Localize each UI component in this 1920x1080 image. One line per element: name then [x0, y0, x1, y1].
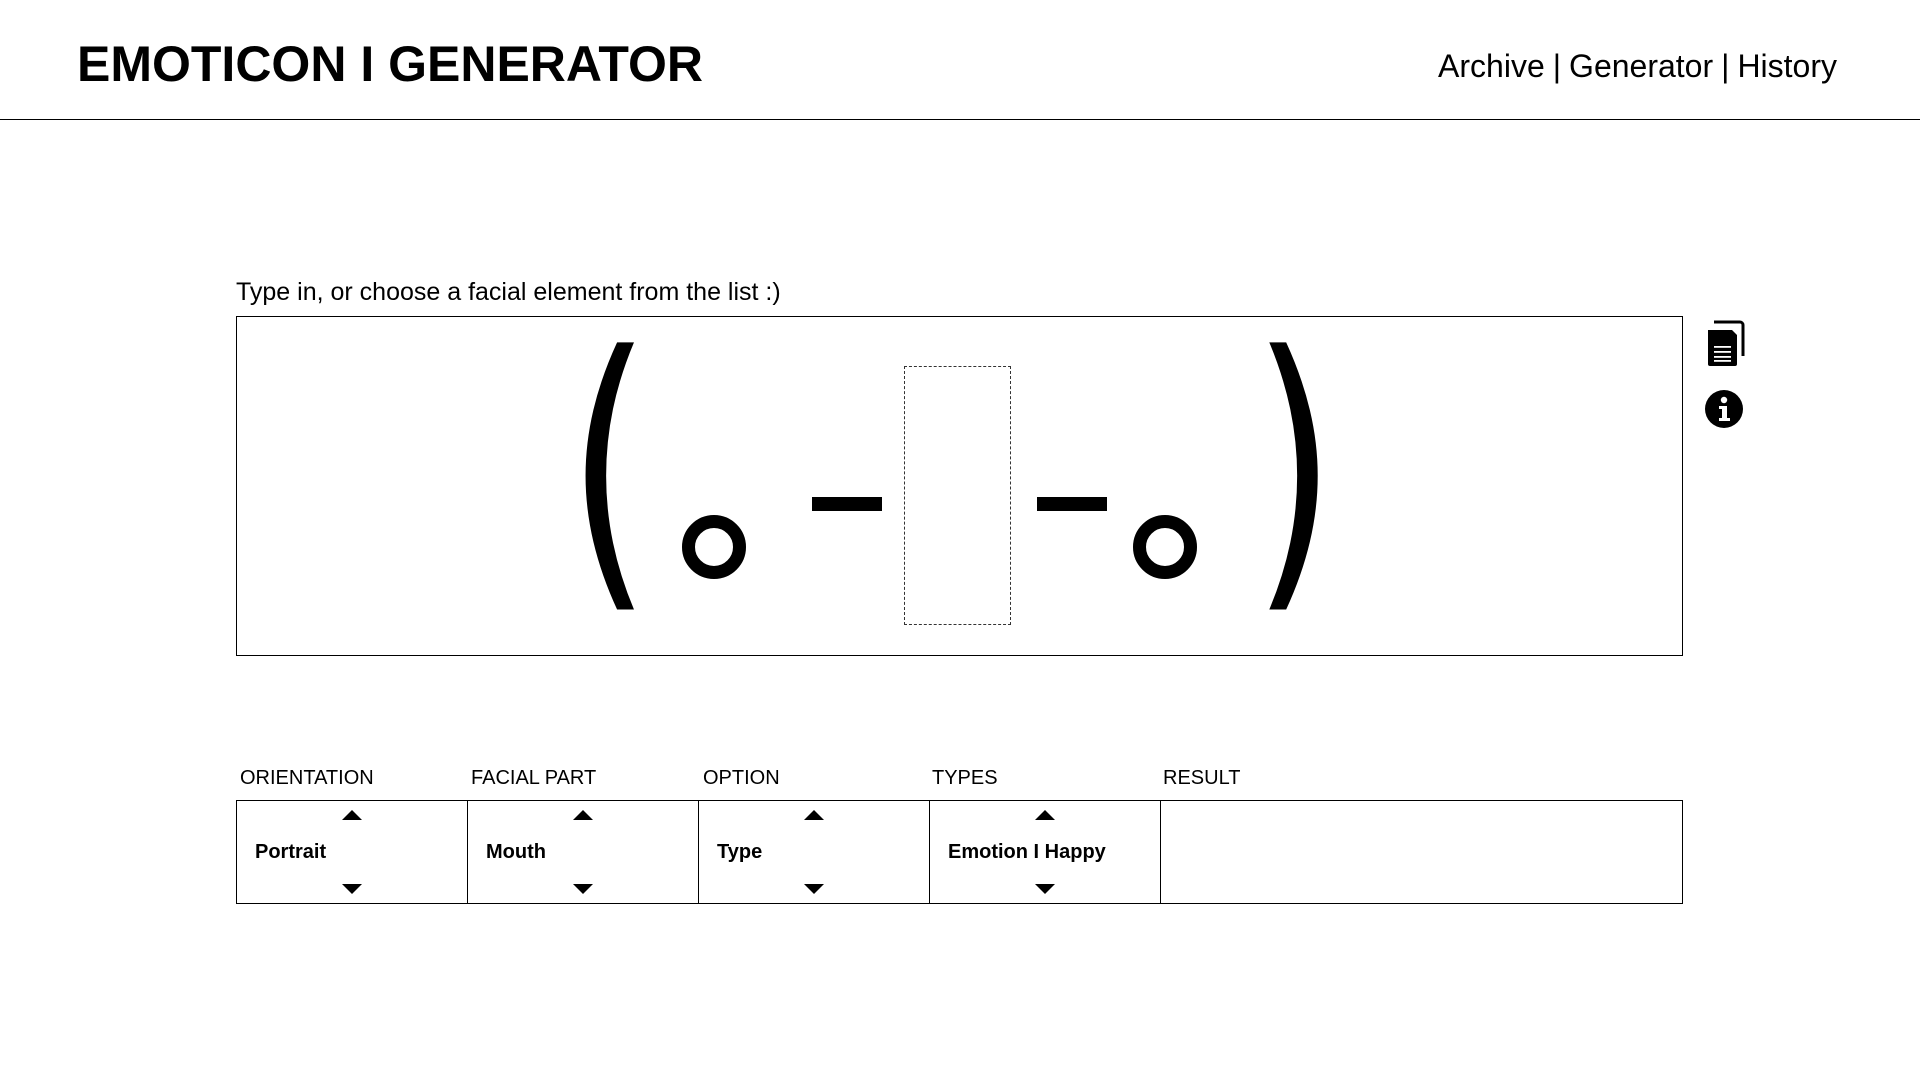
facial-part-value: Mouth [486, 841, 546, 863]
right-eye [1133, 515, 1197, 579]
option-value: Type [717, 841, 763, 863]
nav-separator: | [1721, 48, 1730, 84]
emoticon-canvas[interactable]: ( ) [236, 316, 1683, 656]
left-eye [682, 515, 746, 579]
orientation-up-arrow-icon[interactable] [342, 810, 362, 820]
result-field[interactable] [1161, 801, 1682, 903]
right-cheek-dash [1037, 497, 1107, 511]
types-selector[interactable]: Emotion I Happy [930, 801, 1161, 903]
option-label: OPTION [703, 767, 780, 789]
mouth-input-slot[interactable] [904, 366, 1011, 625]
result-label: RESULT [1163, 767, 1241, 789]
orientation-down-arrow-icon[interactable] [342, 884, 362, 894]
editor-prompt: Type in, or choose a facial element from… [236, 278, 781, 306]
types-label: TYPES [932, 767, 998, 789]
orientation-value: Portrait [255, 841, 327, 863]
facial-part-selector[interactable]: Mouth [468, 801, 699, 903]
right-paren: ) [1252, 292, 1337, 641]
facial-part-label: FACIAL PART [471, 767, 597, 789]
facial-part-up-arrow-icon[interactable] [573, 810, 593, 820]
facial-part-down-arrow-icon[interactable] [573, 884, 593, 894]
nav-separator: | [1552, 48, 1562, 84]
app-header: EMOTICON I GENERATOR Archive | Generator… [0, 0, 1920, 120]
option-selector[interactable]: Type [699, 801, 930, 903]
left-cheek-dash [812, 497, 882, 511]
app-title: EMOTICON I GENERATOR [77, 36, 703, 92]
top-nav: Archive | Generator | History [1438, 44, 1837, 88]
nav-generator[interactable]: Generator [1569, 44, 1713, 88]
side-actions [1704, 320, 1746, 434]
left-paren: ( [567, 292, 652, 641]
types-up-arrow-icon[interactable] [1035, 810, 1055, 820]
copy-document-icon[interactable] [1704, 320, 1746, 373]
selector-row: Portrait Mouth Type Emotion I Happy [236, 800, 1683, 904]
nav-archive[interactable]: Archive [1438, 44, 1545, 88]
types-value: Emotion I Happy [948, 841, 1106, 863]
option-up-arrow-icon[interactable] [804, 810, 824, 820]
types-down-arrow-icon[interactable] [1035, 884, 1055, 894]
info-icon[interactable] [1704, 389, 1746, 434]
nav-history[interactable]: History [1737, 44, 1837, 88]
orientation-label: ORIENTATION [240, 767, 374, 789]
orientation-selector[interactable]: Portrait [237, 801, 468, 903]
option-down-arrow-icon[interactable] [804, 884, 824, 894]
